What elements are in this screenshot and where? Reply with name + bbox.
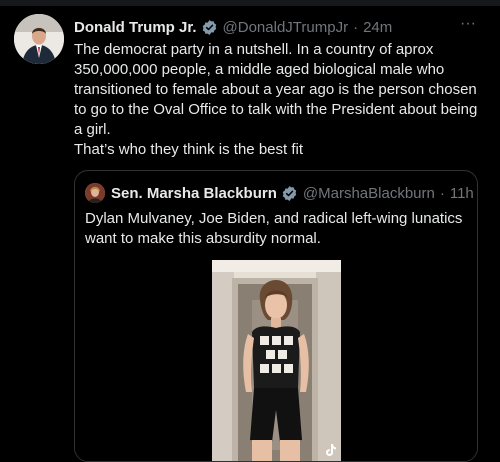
quoted-avatar bbox=[85, 183, 105, 203]
top-divider bbox=[0, 0, 500, 6]
media-photo[interactable] bbox=[212, 260, 341, 461]
quoted-author-handle[interactable]: @MarshaBlackburn bbox=[303, 185, 435, 202]
quoted-tweet[interactable]: Sen. Marsha Blackburn @MarshaBlackburn ·… bbox=[74, 170, 478, 462]
quoted-verified-badge-icon bbox=[281, 185, 298, 202]
quoted-timestamp[interactable]: 11h bbox=[450, 185, 474, 202]
quoted-tweet-text: Dylan Mulvaney, Joe Biden, and radical l… bbox=[85, 210, 463, 247]
tweet-header: Donald Trump Jr. @DonaldJTrumpJr · 24m bbox=[74, 17, 392, 37]
timestamp[interactable]: 24m bbox=[363, 19, 392, 36]
author-name[interactable]: Donald Trump Jr. bbox=[74, 19, 197, 36]
more-options-icon[interactable]: ··· bbox=[458, 16, 478, 34]
verified-badge-icon bbox=[201, 19, 218, 36]
separator-dot: · bbox=[353, 18, 359, 36]
avatar-image bbox=[14, 14, 64, 64]
quoted-author-name[interactable]: Sen. Marsha Blackburn bbox=[111, 185, 277, 202]
media-image bbox=[212, 260, 341, 461]
quoted-tweet-header: Sen. Marsha Blackburn @MarshaBlackburn ·… bbox=[85, 183, 474, 203]
author-handle[interactable]: @DonaldJTrumpJr bbox=[223, 19, 349, 36]
tweet-text: The democrat party in a nutshell. In a c… bbox=[74, 41, 478, 158]
avatar[interactable] bbox=[14, 14, 64, 64]
tiktok-icon bbox=[325, 443, 337, 457]
quoted-separator-dot: · bbox=[439, 184, 445, 202]
tweet-card[interactable]: Donald Trump Jr. @DonaldJTrumpJr · 24m ·… bbox=[0, 0, 500, 462]
quoted-tweet-media[interactable] bbox=[75, 260, 477, 461]
